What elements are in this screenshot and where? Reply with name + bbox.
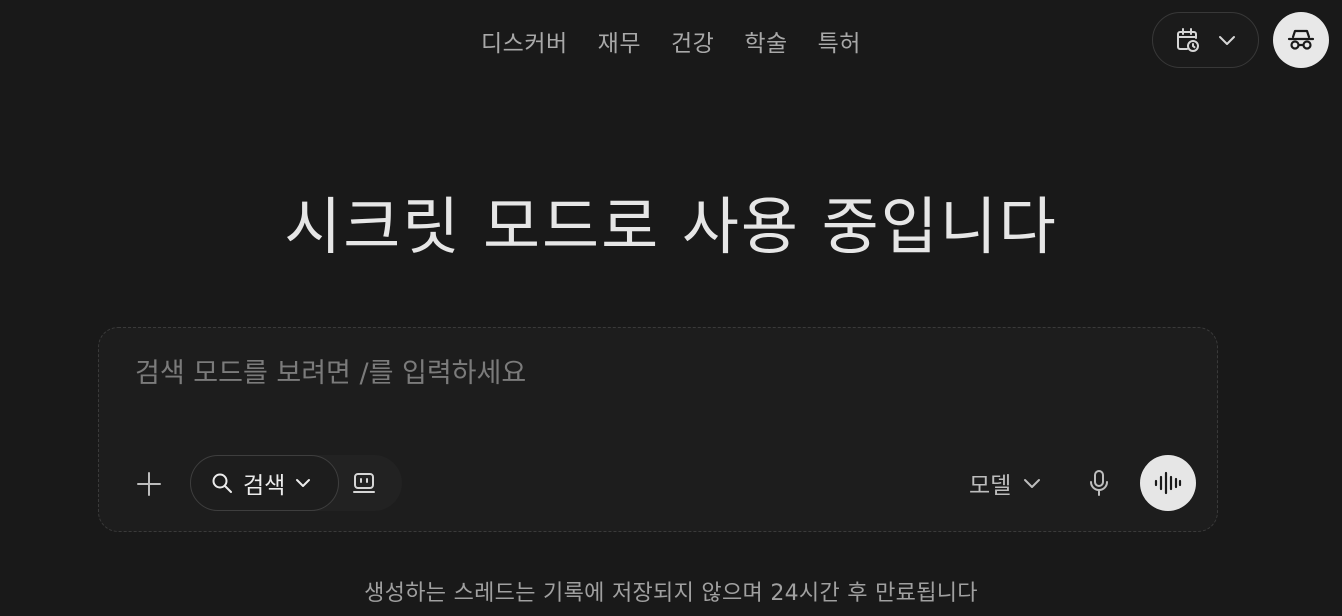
calendar-clock-icon (1176, 27, 1200, 53)
dictation-button[interactable] (1085, 468, 1113, 498)
voice-mode-button[interactable] (1140, 455, 1196, 511)
nav-item-patents[interactable]: 특허 (818, 24, 861, 58)
nav-item-finance[interactable]: 재무 (598, 24, 641, 58)
chevron-down-icon (1218, 34, 1236, 46)
chevron-down-icon (295, 478, 311, 488)
page: 디스커버 재무 건강 학술 특허 시크릿 모드로 사용 중입니다 검색 모드를 … (0, 0, 1342, 616)
incognito-button[interactable] (1273, 12, 1329, 68)
nav-item-academic[interactable]: 학술 (744, 24, 787, 58)
sound-wave-icon (1153, 470, 1183, 496)
assistant-mode-button[interactable] (350, 469, 378, 497)
query-composer: 검색 모델 (98, 327, 1218, 532)
search-input[interactable] (135, 358, 1135, 389)
plus-icon (135, 470, 163, 498)
history-dropdown-button[interactable] (1152, 12, 1259, 68)
search-icon (211, 472, 233, 494)
mode-selector: 검색 (190, 455, 402, 511)
page-title: 시크릿 모드로 사용 중입니다 (284, 190, 1058, 263)
search-mode-label: 검색 (243, 473, 286, 499)
incognito-icon (1287, 28, 1315, 52)
microphone-icon (1085, 468, 1113, 498)
assistant-icon (352, 472, 376, 494)
nav-item-discover[interactable]: 디스커버 (481, 24, 568, 58)
search-mode-button[interactable]: 검색 (190, 455, 339, 511)
incognito-notice: 생성하는 스레드는 기록에 저장되지 않으며 24시간 후 만료됩니다 (364, 581, 978, 606)
model-label: 모델 (969, 473, 1012, 499)
top-nav: 디스커버 재무 건강 학술 특허 (0, 24, 1342, 58)
nav-item-health[interactable]: 건강 (671, 24, 714, 58)
attach-button[interactable] (135, 470, 163, 498)
chevron-down-icon (1023, 478, 1041, 489)
top-right-controls (1152, 12, 1329, 68)
model-dropdown[interactable]: 모델 (969, 466, 1041, 500)
